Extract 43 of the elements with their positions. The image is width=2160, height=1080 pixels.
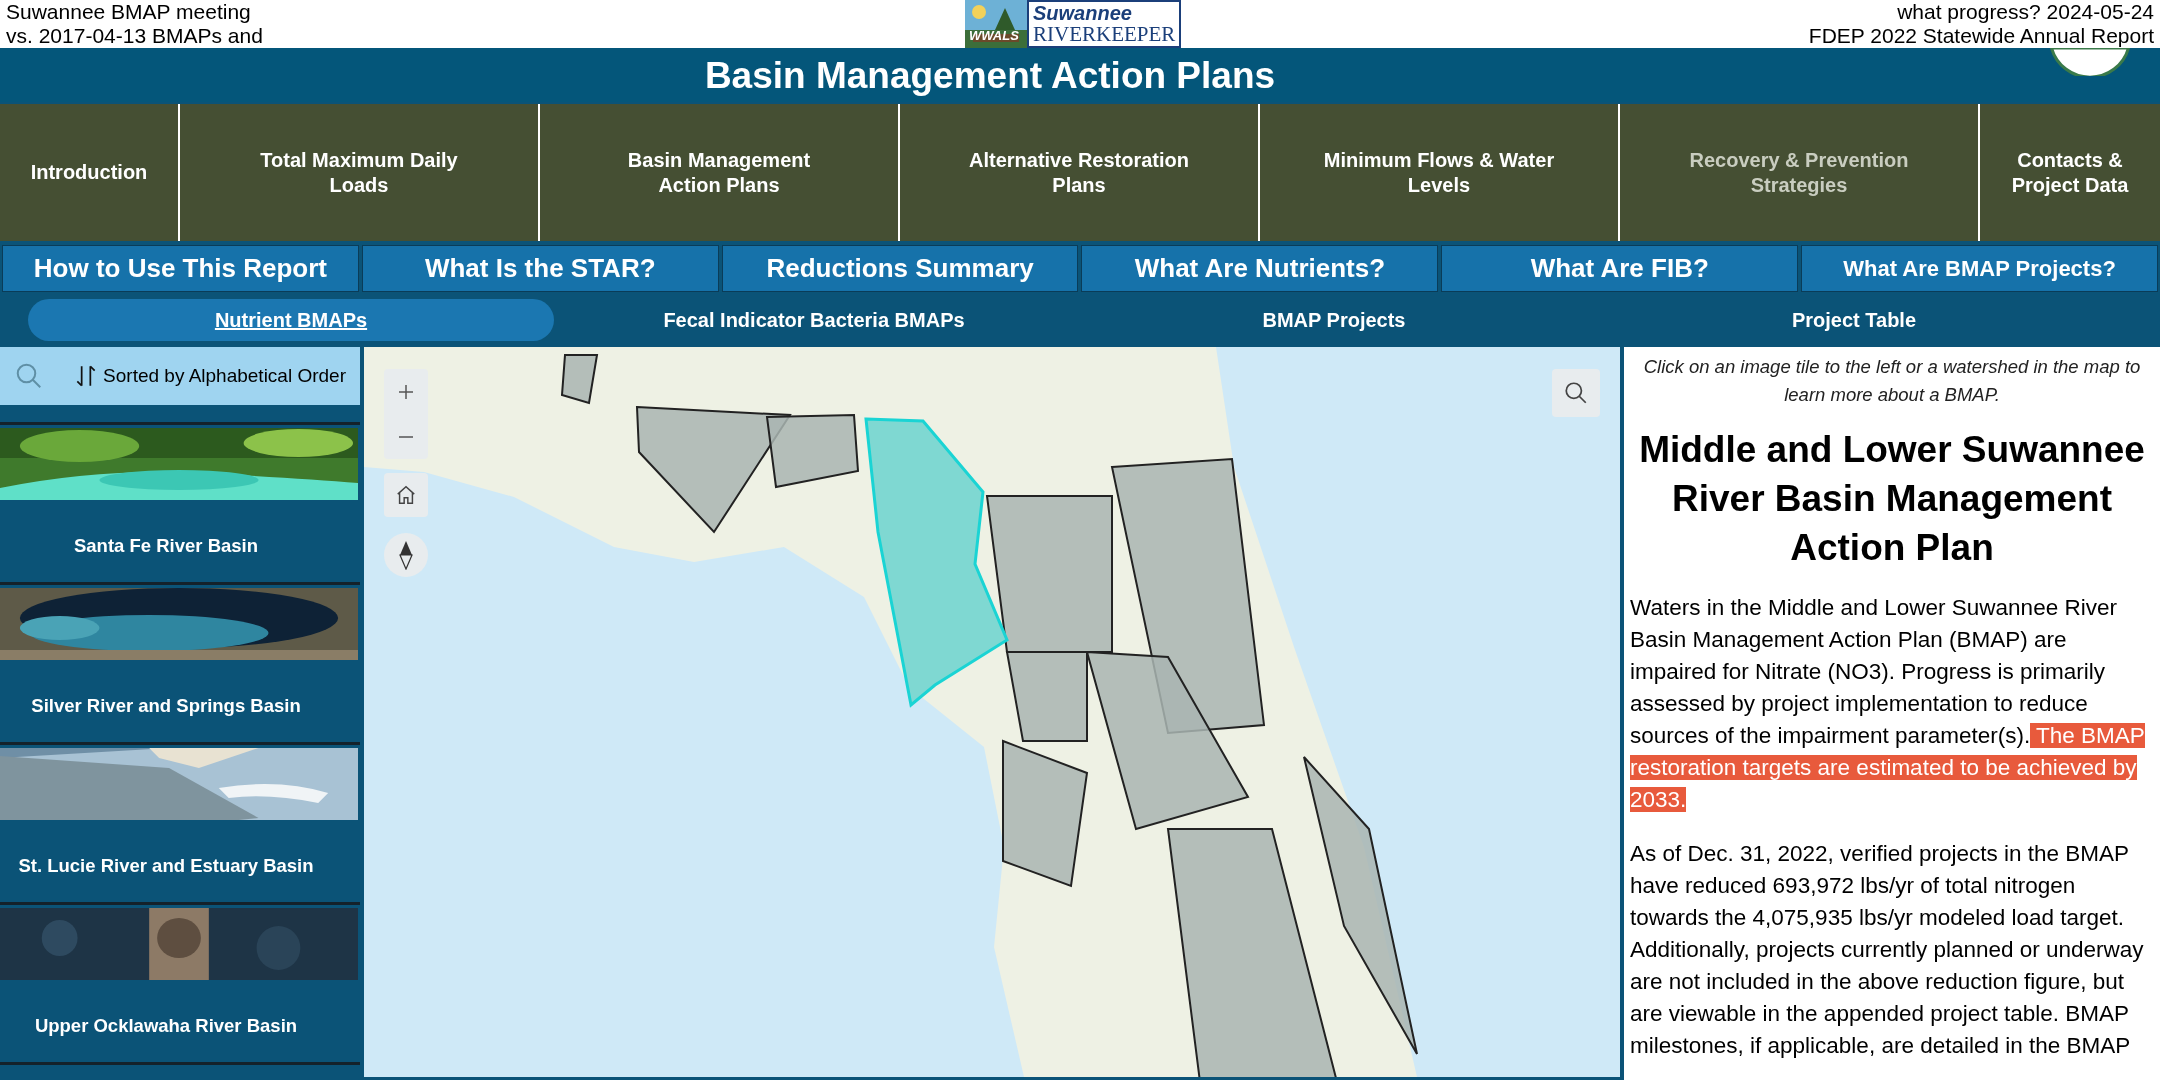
- tab[interactable]: Nutrient BMAPs: [28, 298, 554, 341]
- plus-icon: [398, 383, 414, 400]
- basin-title: Silver River and Springs Basin: [30, 694, 302, 719]
- topic-button[interactable]: What Are Nutrients?: [1081, 245, 1439, 292]
- body-paragraph: Waters in the Middle and Lower Suwannee River Basin Management Action Plan (BMAP) are impaired for Nitrate (NO3). Progress is primarily assessed by project implementation to reduce sources of the impairment parameter(s). The BMAP restoration targets are estimated to be achieved by 2033.: [1630, 594, 2146, 814]
- tab[interactable]: Project Table: [1594, 298, 2114, 341]
- compass-icon: [399, 540, 413, 570]
- nav-tab[interactable]: Introduction: [0, 104, 178, 241]
- page-title: Basin Management Action Plans: [704, 56, 1276, 94]
- topic-button[interactable]: What Are FIB?: [1441, 245, 1799, 292]
- topic-button[interactable]: Reductions Summary: [721, 245, 1079, 292]
- basin-card[interactable]: Silver River and Springs Basin: [0, 585, 360, 745]
- map-search-button[interactable]: [1552, 369, 1600, 417]
- basin-title: Santa Fe River Basin: [72, 534, 259, 559]
- search-icon: [1563, 380, 1589, 406]
- nav-tab[interactable]: Recovery & Prevention Strategies: [1620, 104, 1978, 241]
- basin-card[interactable]: St. Lucie River and Estuary Basin: [0, 745, 360, 905]
- logo-text: RIVERKEEPER: [1033, 23, 1176, 45]
- basin-title: Upper Ocklawaha River Basin: [33, 1014, 299, 1039]
- home-icon: [395, 484, 417, 506]
- home-button[interactable]: [384, 473, 428, 517]
- caption-text: Suwannee BMAP meeting: [6, 0, 252, 24]
- nav-tab[interactable]: Alternative Restoration Plans: [900, 104, 1258, 241]
- nav-tab[interactable]: Minimum Flows & Water Levels: [1260, 104, 1618, 241]
- logo-badge-text: WWALS: [969, 29, 1019, 42]
- nav-tab[interactable]: Basin Management Action Plans: [540, 104, 898, 241]
- basin-card[interactable]: Upper Ocklawaha River Basin: [0, 905, 360, 1065]
- tab[interactable]: BMAP Projects: [1074, 298, 1594, 341]
- nav-tab[interactable]: Total Maximum Daily Loads: [180, 104, 538, 241]
- logo-text: Suwannee: [1033, 3, 1133, 23]
- plan-title: Middle and Lower Suwannee River Basin Management Action Plan: [1638, 428, 2146, 570]
- basin-card[interactable]: Santa Fe River Basin: [0, 425, 360, 585]
- hint-text: Click on an image tile to the left or a watershed in the map to learn more about a BMAP.: [1642, 355, 2142, 407]
- topic-button[interactable]: What Is the STAR?: [361, 245, 719, 292]
- caption-text: vs. 2017-04-13 BMAPs and: [6, 24, 263, 48]
- basin-title: St. Lucie River and Estuary Basin: [17, 854, 315, 879]
- tab[interactable]: Fecal Indicator Bacteria BMAPs: [554, 298, 1074, 341]
- seal-icon: [2050, 48, 2130, 76]
- nav-tab[interactable]: Contacts & Project Data: [1980, 104, 2160, 241]
- topic-button[interactable]: How to Use This Report: [2, 245, 359, 292]
- topic-button[interactable]: What Are BMAP Projects?: [1801, 245, 2158, 292]
- body-paragraph: As of Dec. 31, 2022, verified projects in the BMAP have reduced 693,972 lbs/yr of total nitrogen towards the 4,075,935 lbs/yr modeled load target. Additionally, projects currently planned or underway are not included in the above reduction figure, but are viewable in the appended project table. BMAP milestones, if applicable, are detailed in the BMAP: [1630, 840, 2145, 1060]
- minus-icon: [398, 435, 414, 438]
